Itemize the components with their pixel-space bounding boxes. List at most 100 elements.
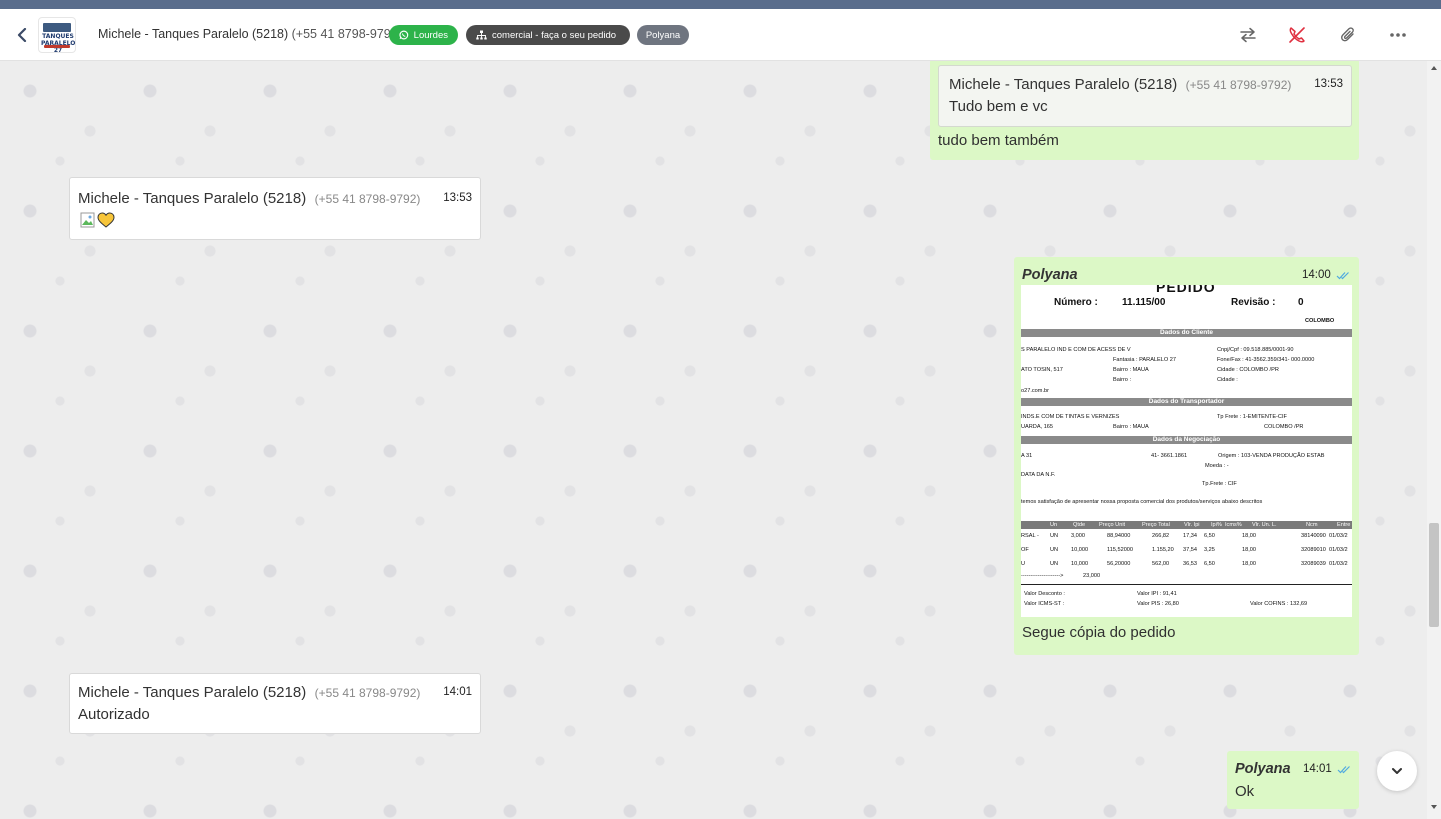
doc-total-arrow: ---------------------> — [1021, 573, 1064, 579]
doc-line: Cnpj/Cpf : 09.518.885/0001-90 — [1217, 347, 1294, 353]
attach-button[interactable] — [1337, 24, 1359, 46]
message-outgoing-document[interactable]: Polyana 14:00 PEDIDO Número : 11.115/00 … — [1014, 257, 1359, 655]
doc-line: DATA DA N.F. — [1021, 472, 1056, 478]
doc-cell: 17,34 — [1183, 533, 1197, 539]
avatar[interactable]: TANQUES PARALELO 27 — [38, 17, 76, 53]
doc-cell: 1.155,20 — [1152, 547, 1174, 553]
contact-phone: (+55 41 8798-9792) — [291, 27, 402, 41]
doc-cell: UN — [1050, 547, 1059, 553]
message-sender: Michele - Tanques Paralelo (5218) — [78, 684, 307, 701]
message-text: Ok — [1235, 783, 1255, 800]
scrollbar-thumb[interactable] — [1429, 523, 1439, 627]
message-sender: Polyana — [1022, 267, 1078, 283]
doc-city: COLOMBO — [1305, 318, 1335, 324]
doc-cell: 01/03/2 — [1329, 547, 1348, 553]
tag-lourdes[interactable]: Lourdes — [389, 25, 458, 45]
doc-line: Bairro : MAUA — [1113, 424, 1149, 430]
sitemap-icon — [476, 30, 487, 40]
tag-polyana[interactable]: Polyana — [637, 25, 689, 45]
quoted-sender: Michele - Tanques Paralelo (5218) — [949, 76, 1178, 93]
chat-messages[interactable]: Michele - Tanques Paralelo (5218) (+55 4… — [0, 61, 1441, 819]
back-button[interactable] — [12, 24, 32, 46]
doc-cell: 01/03/2 — [1329, 533, 1348, 539]
message-outgoing[interactable]: Michele - Tanques Paralelo (5218) (+55 4… — [930, 61, 1359, 160]
doc-cell: 56,20000 — [1107, 561, 1131, 567]
doc-th: Ncm — [1306, 522, 1318, 528]
doc-line: COLOMBO /PR — [1264, 424, 1304, 430]
tag-department[interactable]: comercial - faça o seu pedido — [466, 25, 630, 45]
message-time: 14:01 — [1303, 763, 1332, 775]
doc-line: Fantasia : PARALELO 27 — [1113, 357, 1177, 363]
doc-cell: 18,00 — [1242, 533, 1256, 539]
doc-cell: 36,53 — [1183, 561, 1197, 567]
broken-image-icon — [80, 212, 95, 228]
doc-section: Dados do Cliente — [1021, 329, 1352, 337]
scroll-up-icon[interactable] — [1430, 64, 1438, 72]
scroll-to-bottom-button[interactable] — [1377, 751, 1417, 791]
doc-revisao-label: Revisão : — [1231, 297, 1276, 308]
quoted-message[interactable]: Michele - Tanques Paralelo (5218) (+55 4… — [938, 65, 1352, 127]
message-phone: (+55 41 8798-9792) — [314, 192, 421, 206]
doc-line: S PARALELO IND E COM DE ACESS DE V — [1021, 347, 1131, 353]
chat-header: TANQUES PARALELO 27 Michele - Tanques Pa… — [0, 9, 1441, 61]
doc-line: Tp.Frete : CIF — [1202, 481, 1237, 487]
doc-line: Cidade : COLOMBO /PR — [1217, 367, 1279, 373]
message-text: tudo bem também — [938, 132, 1059, 149]
doc-th: Preço Unit — [1099, 522, 1126, 528]
message-incoming[interactable]: Michele - Tanques Paralelo (5218) (+55 4… — [69, 177, 481, 240]
doc-total-qty: 23,000 — [1083, 573, 1101, 579]
quoted-text: Tudo bem e vc — [949, 98, 1048, 115]
doc-cell: 32089010 — [1301, 547, 1326, 553]
end-call-icon — [1289, 27, 1305, 43]
top-strip — [0, 0, 1441, 9]
doc-line: Origem : 103-VENDA PRODUÇÃO ESTAB — [1218, 453, 1325, 459]
end-call-button[interactable] — [1286, 24, 1308, 46]
doc-line: UARDA, 165 — [1021, 424, 1054, 430]
doc-cell: RSAL - — [1021, 533, 1039, 539]
tag-label: comercial - faça o seu pedido — [492, 29, 617, 41]
doc-th: Un — [1050, 522, 1058, 528]
doc-section: Dados do Transportador — [1021, 398, 1352, 406]
doc-cell: 3,25 — [1204, 547, 1215, 553]
message-time: 14:00 — [1302, 269, 1331, 281]
doc-line: Cidade : — [1217, 377, 1238, 383]
doc-line: INDS.E COM DE TINTAS E VERNIZES — [1021, 414, 1120, 420]
doc-line: ATO TOSIN, 517 — [1021, 367, 1063, 373]
scroll-down-icon[interactable] — [1430, 803, 1438, 811]
doc-title: PEDIDO — [1156, 285, 1216, 295]
doc-cell: UN — [1050, 561, 1059, 567]
read-check-icon — [1337, 766, 1350, 774]
doc-th: Vlr. Un. L. — [1252, 522, 1277, 528]
doc-cell: OF — [1021, 547, 1029, 553]
doc-line: Valor Desconto : — [1024, 591, 1065, 597]
quoted-phone: (+55 41 8798-9792) — [1185, 78, 1292, 92]
doc-line: Bairro : — [1113, 377, 1132, 383]
chevron-down-icon — [1392, 768, 1402, 774]
doc-cell: 01/03/2 — [1329, 561, 1348, 567]
order-document-preview[interactable]: PEDIDO Número : 11.115/00 Revisão : 0 CO… — [1021, 285, 1352, 617]
message-outgoing[interactable]: Polyana 14:01 Ok — [1227, 751, 1359, 809]
chat-scrollbar[interactable] — [1427, 61, 1441, 819]
tag-label: Polyana — [645, 29, 681, 41]
doc-th: Preço Total — [1142, 522, 1170, 528]
doc-cell: 88,94000 — [1107, 533, 1131, 539]
avatar-logo-text: TANQUES PARALELO 27 — [41, 33, 76, 53]
doc-line: Fone/Fax : 41-3562.359/341- 000.0000 — [1217, 357, 1315, 363]
yellow-heart-icon — [97, 212, 115, 228]
doc-th: Qtde — [1073, 522, 1086, 528]
doc-cell: 18,00 — [1242, 561, 1256, 567]
attach-icon — [1341, 27, 1354, 42]
contact-title[interactable]: Michele - Tanques Paralelo (5218) (+55 4… — [98, 27, 402, 41]
transfer-button[interactable] — [1237, 24, 1259, 46]
doc-numero: 11.115/00 — [1122, 297, 1166, 308]
message-sender: Polyana — [1235, 761, 1291, 777]
doc-cell: 6,50 — [1204, 533, 1215, 539]
doc-line: Valor COFINS : 132,69 — [1250, 601, 1308, 607]
doc-section: Dados da Negociação — [1021, 436, 1352, 444]
tag-label: Lourdes — [413, 29, 448, 41]
doc-cell: 10,000 — [1071, 561, 1089, 567]
doc-th: Icms% — [1225, 522, 1242, 528]
message-incoming[interactable]: Michele - Tanques Paralelo (5218) (+55 4… — [69, 673, 481, 734]
doc-cell: U — [1021, 561, 1026, 567]
more-button[interactable] — [1387, 24, 1409, 46]
